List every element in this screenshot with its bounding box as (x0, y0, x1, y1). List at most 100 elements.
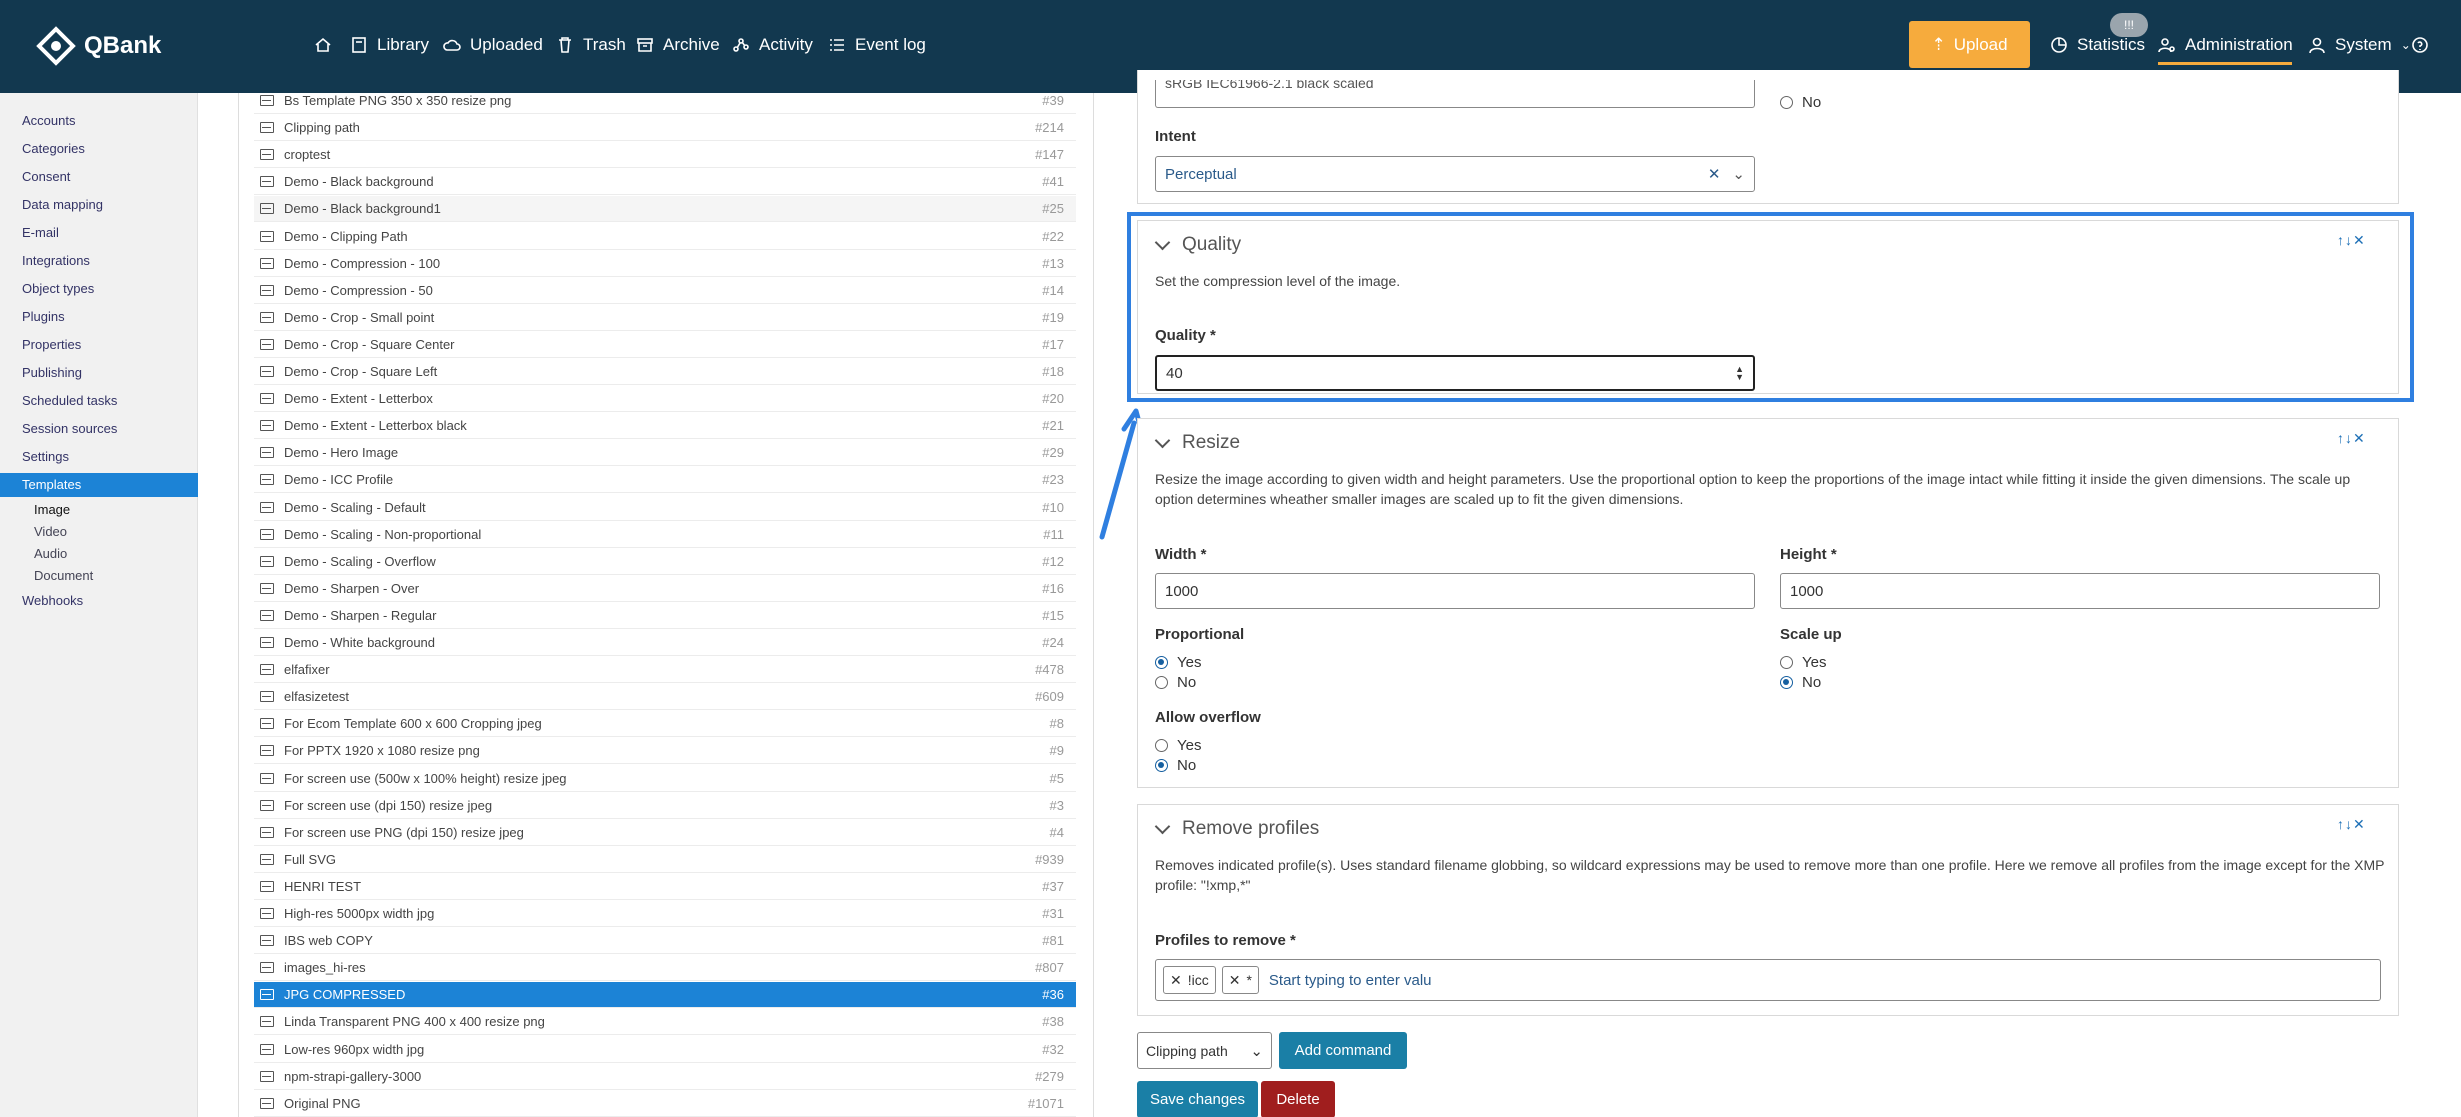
table-row[interactable]: croptest #147 (254, 142, 1076, 169)
sidebar-item-object-types[interactable]: Object types (22, 279, 94, 299)
table-row[interactable]: Demo - Crop - Square Left #18 (254, 359, 1076, 385)
remove-icon[interactable]: ✕ (2353, 816, 2366, 832)
table-row[interactable]: Demo - Scaling - Default #10 (254, 495, 1076, 521)
sidebar-item-categories[interactable]: Categories (22, 139, 85, 159)
table-row[interactable]: Demo - Scaling - Non-proportional #11 (254, 522, 1076, 548)
table-row[interactable]: Demo - ICC Profile #23 (254, 467, 1076, 494)
quality-input[interactable]: 40 ▲ ▼ (1155, 355, 1755, 391)
table-row[interactable]: For PPTX 1920 x 1080 resize png #9 (254, 738, 1076, 765)
table-row[interactable]: Demo - Clipping Path #22 (254, 224, 1076, 250)
sidebar-item-plugins[interactable]: Plugins (22, 307, 65, 327)
sidebar-item-integrations[interactable]: Integrations (22, 251, 90, 271)
table-row[interactable]: Demo - Extent - Letterbox #20 (254, 386, 1076, 413)
move-up-icon[interactable]: ↑ (2337, 430, 2345, 446)
width-input[interactable]: 1000 (1155, 573, 1755, 609)
overflow-no-radio[interactable]: No (1155, 755, 1196, 775)
sidebar-item-data-mapping[interactable]: Data mapping (22, 195, 103, 215)
table-row[interactable]: Low-res 960px width jpg #32 (254, 1037, 1076, 1063)
intent-select[interactable]: Perceptual ✕ ⌄ (1155, 156, 1755, 192)
table-row[interactable]: For screen use (500w x 100% height) resi… (254, 766, 1076, 792)
table-row[interactable]: Demo - White background #24 (254, 630, 1076, 656)
nav-administration[interactable]: Administration (2158, 30, 2293, 60)
sidebar-subitem-image[interactable]: Image (34, 500, 70, 520)
table-row[interactable]: For screen use (dpi 150) resize jpeg #3 (254, 793, 1076, 819)
table-row[interactable]: Demo - Crop - Small point #19 (254, 305, 1076, 331)
table-row[interactable]: For Ecom Template 600 x 600 Cropping jpe… (254, 711, 1076, 738)
nav-activity[interactable]: Activity (732, 30, 813, 60)
scale-up-yes-radio[interactable]: Yes (1780, 652, 1826, 672)
quality-panel-header[interactable]: Quality (1154, 234, 1241, 256)
sidebar-item-webhooks[interactable]: Webhooks (22, 591, 83, 611)
remove-profiles-header[interactable]: Remove profiles (1154, 818, 1319, 840)
proportional-no-radio[interactable]: No (1155, 672, 1196, 692)
upload-button[interactable]: ⇡ Upload (1909, 21, 2030, 68)
profiles-tag-input[interactable]: ✕ !icc ✕ * Start typing to enter valu (1155, 959, 2381, 1001)
remove-icon[interactable]: ✕ (2353, 430, 2366, 446)
nav-system[interactable]: System ⌄ (2308, 30, 2411, 60)
table-row[interactable]: HENRI TEST #37 (254, 874, 1076, 900)
add-command-button[interactable]: Add command (1279, 1032, 1407, 1069)
sidebar-subitem-audio[interactable]: Audio (34, 544, 67, 564)
table-row[interactable]: Demo - Crop - Square Center #17 (254, 332, 1076, 358)
delete-button[interactable]: Delete (1261, 1081, 1335, 1117)
remove-icon[interactable]: ✕ (2353, 232, 2366, 248)
save-changes-button[interactable]: Save changes (1137, 1081, 1258, 1117)
proportional-yes-radio[interactable]: Yes (1155, 652, 1201, 672)
table-row[interactable]: Demo - Compression - 100 #13 (254, 251, 1076, 277)
scale-up-no-radio[interactable]: No (1780, 672, 1821, 692)
table-row[interactable]: Demo - Scaling - Overflow #12 (254, 549, 1076, 575)
table-row[interactable]: images_hi-res #807 (254, 955, 1076, 982)
table-row[interactable]: Demo - Black background1 #25 (254, 196, 1076, 223)
profile-select[interactable]: sRGB IEC61966-2.1 black scaled (1155, 80, 1755, 108)
sidebar-item-consent[interactable]: Consent (22, 167, 70, 187)
table-row[interactable]: Bs Template PNG 350 x 350 resize png #39 (254, 88, 1076, 114)
sidebar-item-settings[interactable]: Settings (22, 447, 69, 467)
table-row[interactable]: IBS web COPY #81 (254, 928, 1076, 955)
move-down-icon[interactable]: ↓ (2345, 816, 2353, 832)
table-row[interactable]: Original PNG #1071 (254, 1091, 1076, 1117)
table-row[interactable]: Demo - Compression - 50 #14 (254, 278, 1076, 304)
table-row[interactable]: Demo - Hero Image #29 (254, 440, 1076, 467)
overflow-yes-radio[interactable]: Yes (1155, 735, 1201, 755)
command-select[interactable]: Clipping path ⌄ (1137, 1032, 1272, 1069)
table-row[interactable]: Demo - Black background #41 (254, 169, 1076, 196)
sidebar-item-scheduled-tasks[interactable]: Scheduled tasks (22, 391, 117, 411)
move-down-icon[interactable]: ↓ (2345, 430, 2353, 446)
table-row[interactable]: elfasizetest #609 (254, 684, 1076, 711)
sidebar-item-session-sources[interactable]: Session sources (22, 419, 117, 439)
tag-remove-icon[interactable]: ✕ (1170, 972, 1182, 989)
sidebar-item-templates[interactable]: Templates (22, 475, 81, 495)
sidebar-subitem-document[interactable]: Document (34, 566, 93, 586)
height-input[interactable]: 1000 (1780, 573, 2380, 609)
table-row[interactable]: Clipping path #214 (254, 115, 1076, 142)
move-up-icon[interactable]: ↑ (2337, 232, 2345, 248)
nav-statistics[interactable]: Statistics (2050, 30, 2145, 60)
move-up-icon[interactable]: ↑ (2337, 816, 2345, 832)
chevron-down-icon[interactable]: ⌄ (1732, 165, 1745, 183)
nav-uploaded[interactable]: Uploaded (443, 30, 543, 60)
sidebar-item-properties[interactable]: Properties (22, 335, 81, 355)
nav-home[interactable] (314, 30, 332, 60)
table-row[interactable]: High-res 5000px width jpg #31 (254, 901, 1076, 927)
move-down-icon[interactable]: ↓ (2345, 232, 2353, 248)
table-row[interactable]: Demo - Extent - Letterbox black #21 (254, 413, 1076, 440)
table-row[interactable]: Demo - Sharpen - Regular #15 (254, 603, 1076, 629)
table-row[interactable]: elfafixer #478 (254, 657, 1076, 684)
sidebar-item-accounts[interactable]: Accounts (22, 111, 75, 131)
number-stepper-icon[interactable]: ▲ ▼ (1735, 365, 1744, 382)
sidebar-item-e-mail[interactable]: E-mail (22, 223, 59, 243)
tag-input-placeholder[interactable]: Start typing to enter valu (1269, 972, 1432, 989)
nav-library[interactable]: Library (350, 30, 429, 60)
nav-trash[interactable]: Trash (556, 30, 626, 60)
logo[interactable]: QBank (36, 24, 161, 68)
table-row[interactable]: Linda Transparent PNG 400 x 400 resize p… (254, 1009, 1076, 1036)
nav-archive[interactable]: Archive (636, 30, 720, 60)
profile-no-radio[interactable]: No (1780, 92, 1821, 112)
resize-panel-header[interactable]: Resize (1154, 432, 1240, 454)
table-row[interactable]: Demo - Sharpen - Over #16 (254, 576, 1076, 602)
table-row[interactable]: npm-strapi-gallery-3000 #279 (254, 1064, 1076, 1090)
clear-icon[interactable]: ✕ (1708, 165, 1721, 183)
table-row[interactable]: For screen use PNG (dpi 150) resize jpeg… (254, 820, 1076, 846)
table-row[interactable]: Full SVG #939 (254, 847, 1076, 873)
help-button[interactable] (2411, 30, 2429, 60)
